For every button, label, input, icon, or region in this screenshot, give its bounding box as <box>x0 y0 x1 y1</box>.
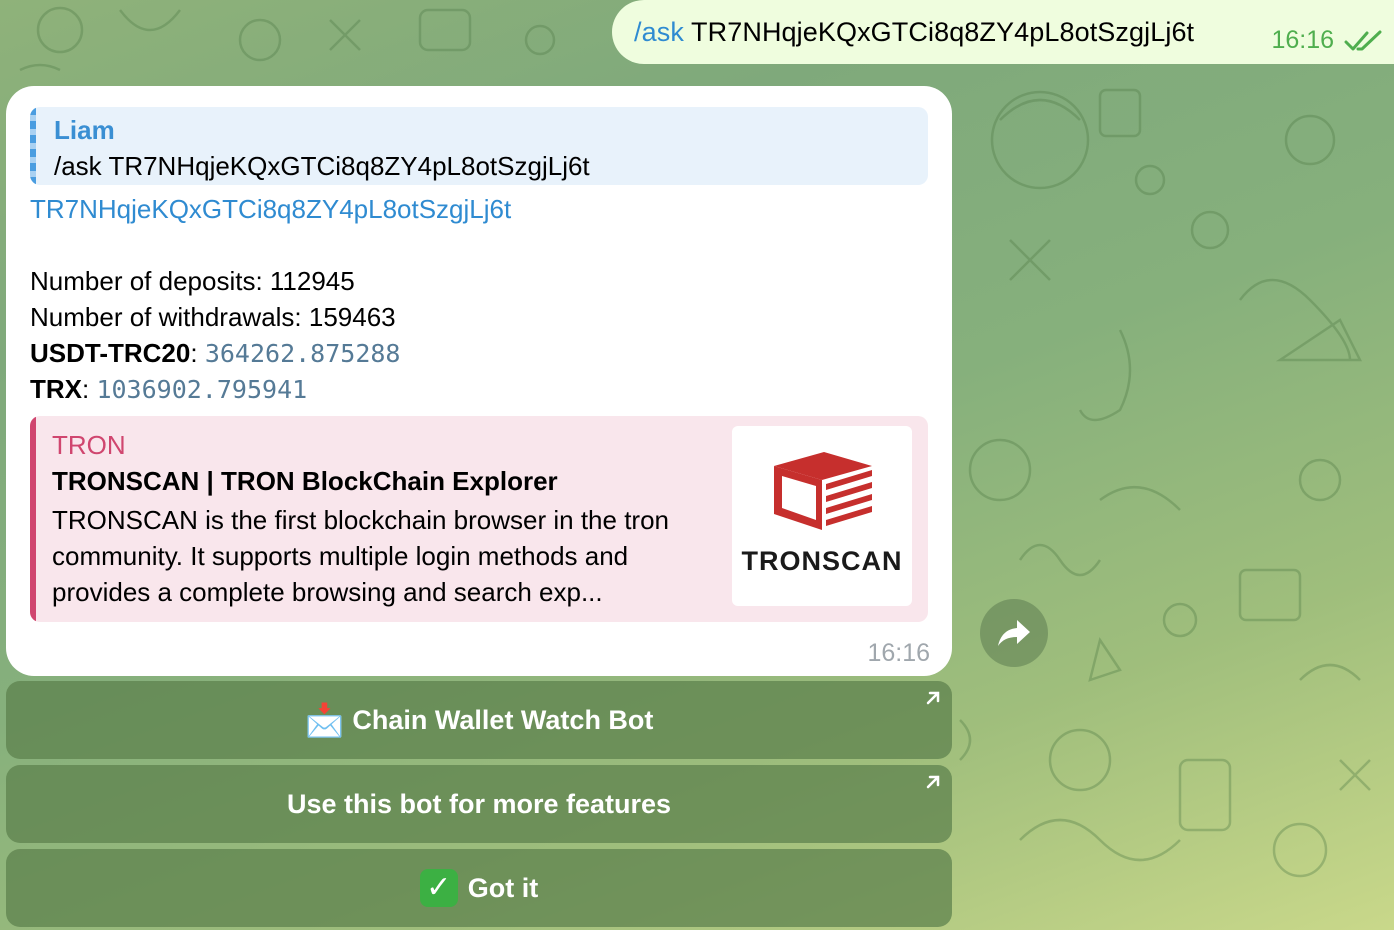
trx-line: TRX: 1036902.795941 <box>30 374 308 404</box>
envelope-emoji: 📩 <box>304 702 345 738</box>
share-icon <box>998 620 1030 646</box>
external-link-icon <box>926 691 940 705</box>
preview-thumbnail[interactable]: TRONSCAN <box>732 426 912 606</box>
preview-site-name: TRON <box>52 430 126 460</box>
trx-label: TRX <box>30 374 82 404</box>
reply-sender-name: Liam <box>54 115 115 145</box>
incoming-message[interactable]: Liam /ask TR7NHqjeKQxGTCi8q8ZY4pL8otSzgj… <box>6 86 952 676</box>
outgoing-meta: 16:16 <box>1271 26 1384 55</box>
got-it-button[interactable]: ✓ Got it <box>6 849 952 927</box>
usdt-label: USDT-TRC20 <box>30 338 191 368</box>
preview-description: TRONSCAN is the first blockchain browser… <box>52 505 669 607</box>
incoming-time: 16:16 <box>867 639 930 667</box>
tronscan-logo <box>774 452 872 530</box>
double-check-icon <box>1344 30 1382 50</box>
button-label: Use this bot for more features <box>286 788 672 819</box>
preview-title: TRONSCAN | TRON BlockChain Explorer <box>52 466 558 496</box>
preview-thumbnail-label: TRONSCAN <box>741 546 903 576</box>
command-link[interactable]: /ask <box>634 17 684 47</box>
check-emoji: ✓ <box>419 869 458 907</box>
link-preview[interactable]: TRON TRONSCAN | TRON BlockChain Explorer… <box>30 416 928 622</box>
share-button[interactable] <box>980 599 1048 667</box>
trx-value[interactable]: 1036902.795941 <box>96 375 307 404</box>
outgoing-address: TR7NHqjeKQxGTCi8q8ZY4pL8otSzgjLj6t <box>683 16 1195 47</box>
withdrawals-line: Number of withdrawals: 159463 <box>30 302 396 332</box>
reply-quoted-text: /ask TR7NHqjeKQxGTCi8q8ZY4pL8otSzgjLj6t <box>54 151 590 181</box>
preview-accent-bar <box>30 416 36 622</box>
external-link-icon <box>926 775 940 789</box>
deposits-line: Number of deposits: 112945 <box>30 266 355 296</box>
reply-quote[interactable]: Liam /ask TR7NHqjeKQxGTCi8q8ZY4pL8otSzgj… <box>30 107 928 185</box>
usdt-value[interactable]: 364262.875288 <box>205 339 401 368</box>
button-label: Chain Wallet Watch Bot <box>352 704 654 735</box>
use-bot-button[interactable]: Use this bot for more features <box>6 765 952 843</box>
usdt-line: USDT-TRC20: 364262.875288 <box>30 338 401 368</box>
button-label: Got it <box>467 872 539 903</box>
reply-accent-bar <box>30 107 36 185</box>
outgoing-time: 16:16 <box>1271 26 1334 54</box>
outgoing-message-text: /ask TR7NHqjeKQxGTCi8q8ZY4pL8otSzgjLj6t <box>634 17 1194 48</box>
chain-wallet-watch-bot-button[interactable]: 📩 Chain Wallet Watch Bot <box>6 681 952 759</box>
address-link[interactable]: TR7NHqjeKQxGTCi8q8ZY4pL8otSzgjLj6t <box>30 194 511 225</box>
outgoing-message[interactable]: /ask TR7NHqjeKQxGTCi8q8ZY4pL8otSzgjLj6t … <box>612 0 1394 64</box>
